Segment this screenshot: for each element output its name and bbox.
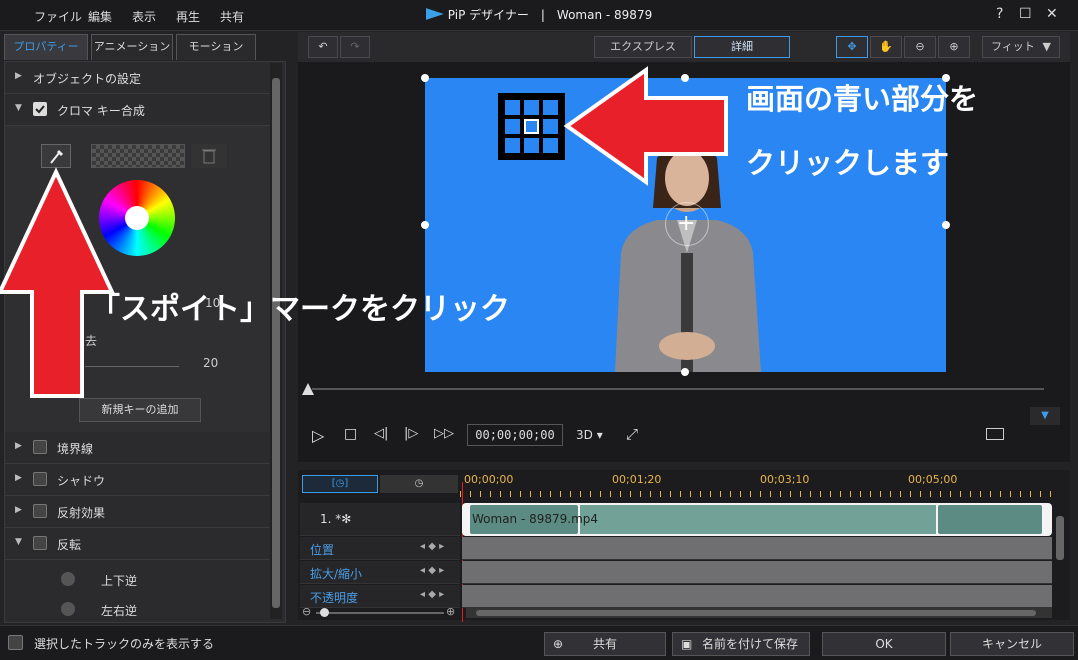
up-arrow-annotation xyxy=(0,167,116,398)
annotation-click-blue-line2: クリックします xyxy=(746,146,950,180)
annotation-eyedropper: 「スポイト」マークをクリック xyxy=(90,292,510,327)
annotation-click-blue-line1: 画面の青い部分を xyxy=(746,82,979,116)
left-arrow-annotation xyxy=(563,66,728,186)
